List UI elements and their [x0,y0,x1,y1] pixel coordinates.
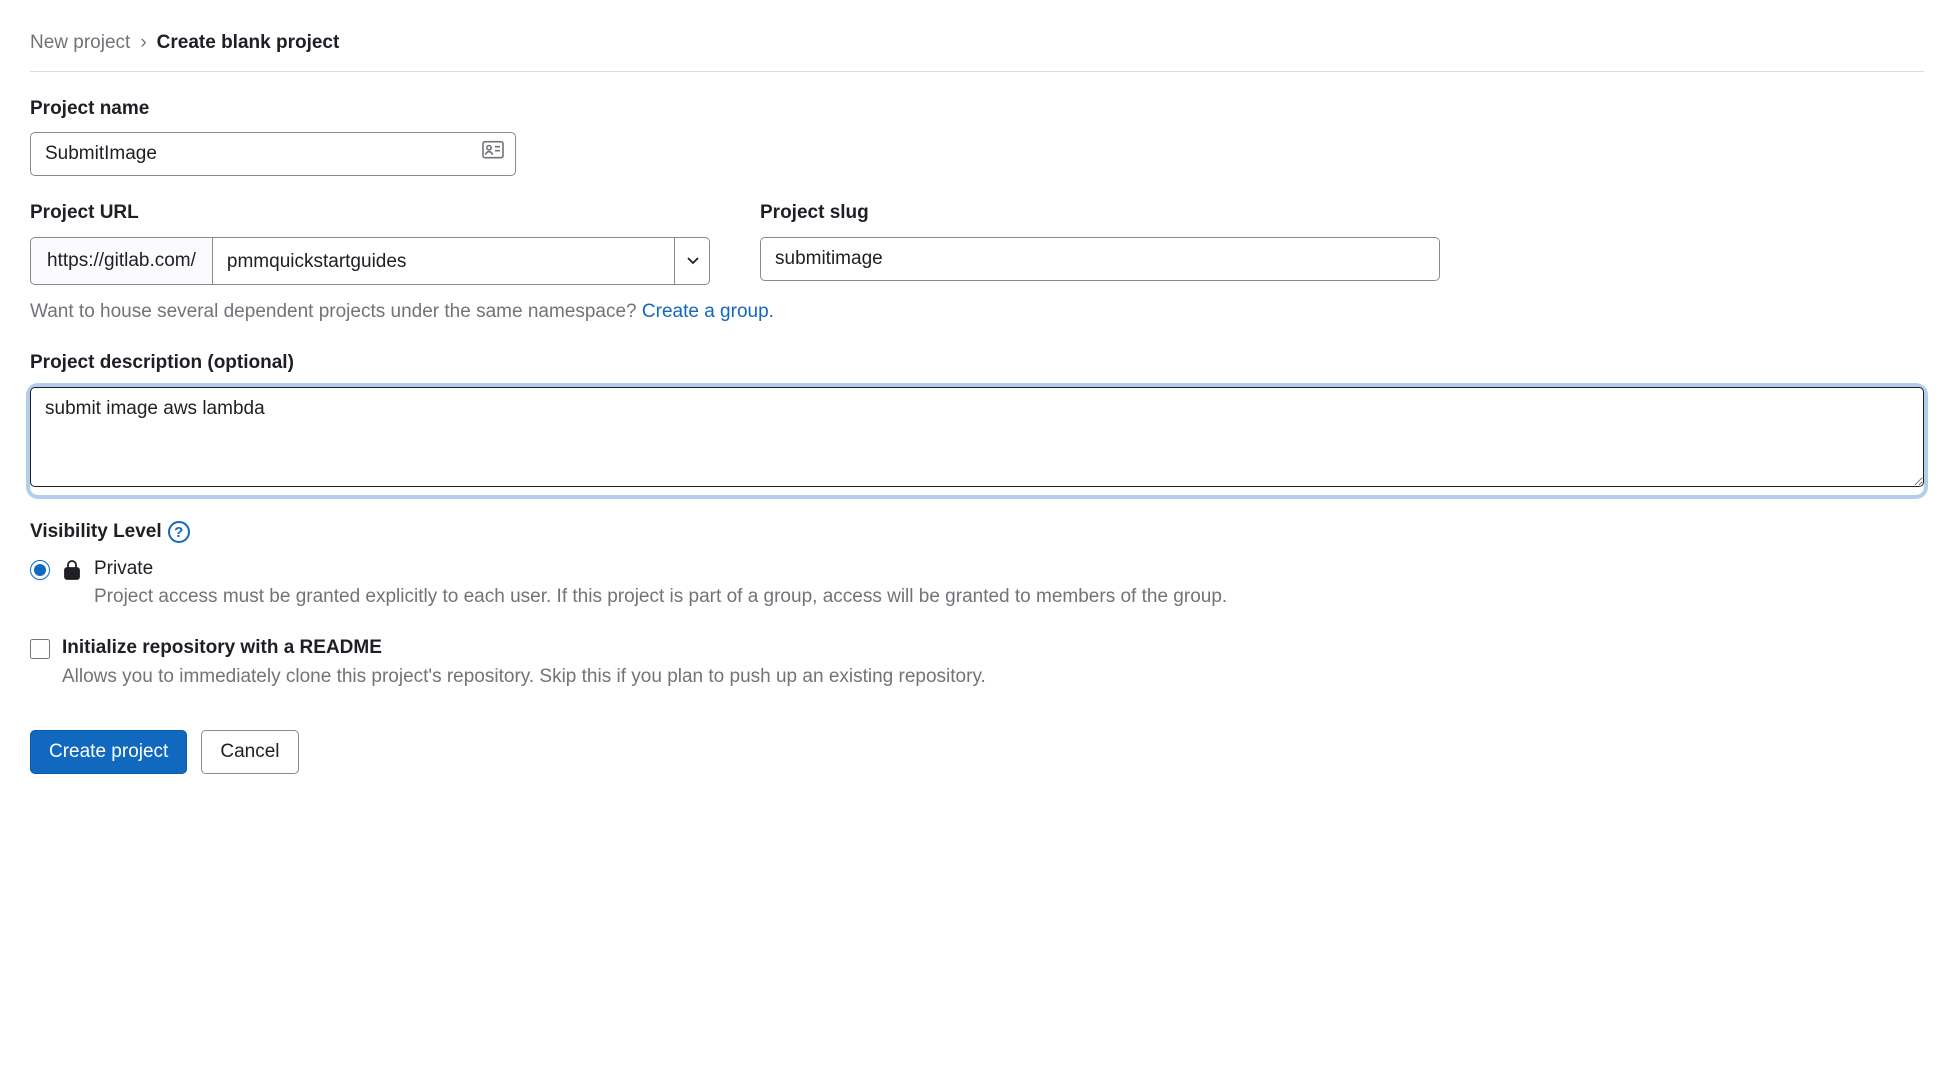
visibility-private-radio[interactable] [30,560,50,580]
visibility-label: Visibility Level ? [30,519,1924,546]
help-icon[interactable]: ? [168,521,190,543]
contact-card-icon [482,141,504,168]
breadcrumb-current: Create blank project [157,30,340,57]
breadcrumb: New project › Create blank project [30,30,1924,72]
create-project-button[interactable]: Create project [30,730,187,774]
visibility-private-title: Private [94,556,1227,583]
project-slug-input[interactable] [760,237,1440,281]
group-hint-text: Want to house several dependent projects… [30,301,642,322]
lock-icon [62,559,82,581]
project-name-label: Project name [30,96,1924,123]
breadcrumb-separator: › [140,30,146,57]
readme-title: Initialize repository with a README [62,635,986,662]
namespace-select[interactable]: pmmquickstartguides [212,237,710,286]
group-hint: Want to house several dependent projects… [30,299,1924,326]
project-url-label: Project URL [30,200,710,227]
description-textarea[interactable]: submit image aws lambda [30,387,1924,487]
description-label: Project description (optional) [30,350,1924,377]
visibility-private-desc: Project access must be granted explicitl… [94,584,1227,611]
project-name-input[interactable] [30,132,516,176]
project-url-prefix: https://gitlab.com/ [30,237,212,286]
readme-checkbox[interactable] [30,639,50,659]
breadcrumb-parent[interactable]: New project [30,30,130,57]
project-slug-label: Project slug [760,200,1440,227]
cancel-button[interactable]: Cancel [201,730,298,774]
create-group-link[interactable]: Create a group. [642,301,774,322]
readme-desc: Allows you to immediately clone this pro… [62,664,986,691]
